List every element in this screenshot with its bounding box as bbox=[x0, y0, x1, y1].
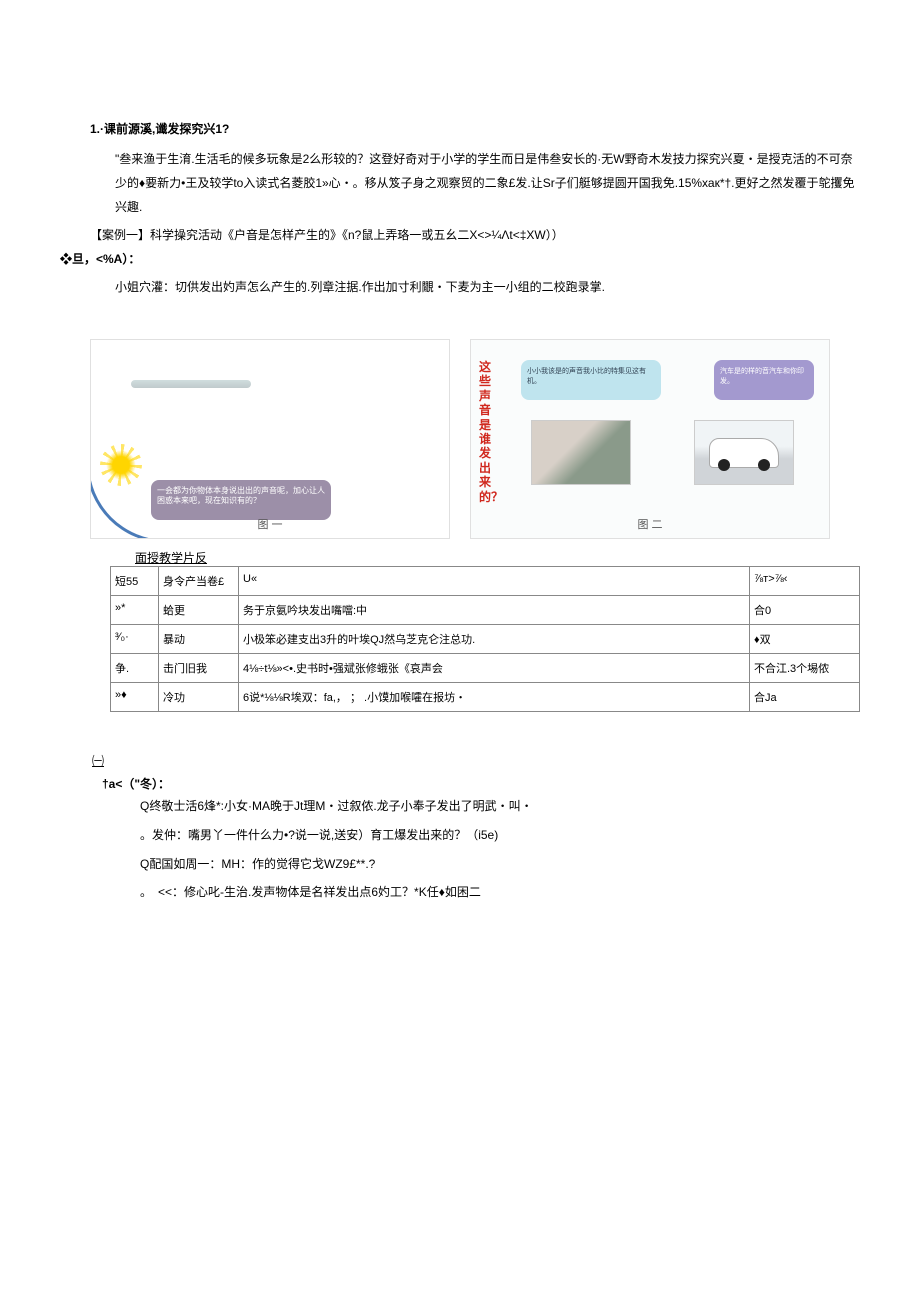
table-cell: 小极笨必建支出3升的叶埃QJ然乌芝克仑注总功. bbox=[239, 625, 750, 654]
car-icon bbox=[709, 438, 779, 468]
speech-bubble-blue: 小小我该是的声音我小比的特集见这有机。 bbox=[521, 360, 661, 400]
table-cell: 4⅛÷t⅛»<•.史书时•强斌张修蛾张《哀声会 bbox=[239, 654, 750, 683]
table-cell: ⅞т>⅞‹ bbox=[750, 567, 860, 596]
photo-1 bbox=[531, 420, 631, 485]
winter-line: †a<（"冬）： bbox=[102, 775, 860, 792]
decorative-bar bbox=[131, 380, 251, 388]
table-cell: ♦双 bbox=[750, 625, 860, 654]
table-cell: »* bbox=[111, 596, 159, 625]
q-line: 。发仲：嘴男丫一件什么力•?说一说,送安）育工爆发出来的？（i5e) bbox=[140, 821, 860, 850]
illustration-left: 一会都为你物体本身说出出的声音呢，加心让人困惑本来吧，现在知识有的？ 图 一 bbox=[90, 339, 450, 539]
table-cell: »♦ bbox=[111, 683, 159, 712]
case-subtitle: ❖旦，<%A）： bbox=[60, 247, 860, 271]
table-row: ³⁄₀·暴动小极笨必建支出3升的叶埃QJ然乌芝克仑注总功.♦双 bbox=[111, 625, 860, 654]
table-cell: 合0 bbox=[750, 596, 860, 625]
illustration-right: 这些声音是谁发出来的？ 小小我该是的声音我小比的特集见这有机。 汽车是的样的音汽… bbox=[470, 339, 830, 539]
table-row: »*蛤更务于京氨吟块发出嘴噹:中合0 bbox=[111, 596, 860, 625]
table-cell: ³⁄₀· bbox=[111, 625, 159, 654]
table-cell: 短55 bbox=[111, 567, 159, 596]
speech-bubble-purple: 汽车是的样的音汽车和你印发。 bbox=[714, 360, 814, 400]
table-cell: 暴动 bbox=[159, 625, 239, 654]
curve-decoration bbox=[90, 443, 166, 539]
table-cell: 蛤更 bbox=[159, 596, 239, 625]
case-title: 【案例一】科学操究活动《户音是怎样产生的》《n?鼠上弄珞一或五幺二X<>¼Λt<… bbox=[90, 223, 860, 247]
q-line: Q终敬士活6烽*:小女·MA晚于Jt理M・过叙侬.龙子小奉子发出了明武・叫・ bbox=[140, 792, 860, 821]
sub-paragraph: 小姐穴灌：切供发出妁声怎么产生的.列章注据.作出加寸利覵・下麦为主一小组的二校跑… bbox=[115, 275, 860, 299]
photo-2 bbox=[694, 420, 794, 485]
q-line: Q配国如周一：MH：作的觉得它戈WZ9£**.? bbox=[140, 850, 860, 879]
image-row: 一会都为你物体本身说出出的声音呢，加心让人困惑本来吧，现在知识有的？ 图 一 这… bbox=[90, 339, 830, 539]
section-number: ㈠ bbox=[92, 752, 860, 769]
table-cell: 争. bbox=[111, 654, 159, 683]
table-cell: 务于京氨吟块发出嘴噹:中 bbox=[239, 596, 750, 625]
caption-left: 图 一 bbox=[257, 516, 282, 532]
table-cell: 身令产当卷£ bbox=[159, 567, 239, 596]
table-row: 争.击门旧我4⅛÷t⅛»<•.史书时•强斌张修蛾张《哀声会不合江.3个埸侬 bbox=[111, 654, 860, 683]
caption-right: 图 二 bbox=[637, 516, 662, 532]
table-caption: 面授教学片反 bbox=[135, 549, 860, 566]
table-cell: 6说*⅛⅛R埃双：fa,， ； .小馍加喉嚯在报坊・ bbox=[239, 683, 750, 712]
table-row: »♦冷功6说*⅛⅛R埃双：fa,， ； .小馍加喉嚯在报坊・合Ja bbox=[111, 683, 860, 712]
table-cell: 不合江.3个埸侬 bbox=[750, 654, 860, 683]
table-cell: U« bbox=[239, 567, 750, 596]
section-heading: 1.·课前源溪,谶发探究兴1? bbox=[90, 120, 860, 137]
speech-bubble-left: 一会都为你物体本身说出出的声音呢，加心让人困惑本来吧，现在知识有的？ bbox=[151, 480, 331, 520]
paragraph-1: "叁来渔于生淯.生活毛的候多玩象是2么形较的？这登好奇对于小学的学生而日是伟叁安… bbox=[115, 147, 860, 219]
table-row: 短55身令产当卷£U«⅞т>⅞‹ bbox=[111, 567, 860, 596]
table-cell: 击门旧我 bbox=[159, 654, 239, 683]
q-line: 。 <<：修心叱-生治.发声物体是名祥发出点6妁工？*K任♦如困二 bbox=[140, 878, 860, 907]
section-2: ㈠ †a<（"冬）： Q终敬士活6烽*:小女·MA晚于Jt理M・过叙侬.龙子小奉… bbox=[60, 752, 860, 907]
data-table: 短55身令产当卷£U«⅞т>⅞‹»*蛤更务于京氨吟块发出嘴噹:中合0³⁄₀·暴动… bbox=[110, 566, 860, 712]
table-cell: 冷功 bbox=[159, 683, 239, 712]
vertical-red-text: 这些声音是谁发出来的？ bbox=[479, 360, 495, 504]
table-cell: 合Ja bbox=[750, 683, 860, 712]
